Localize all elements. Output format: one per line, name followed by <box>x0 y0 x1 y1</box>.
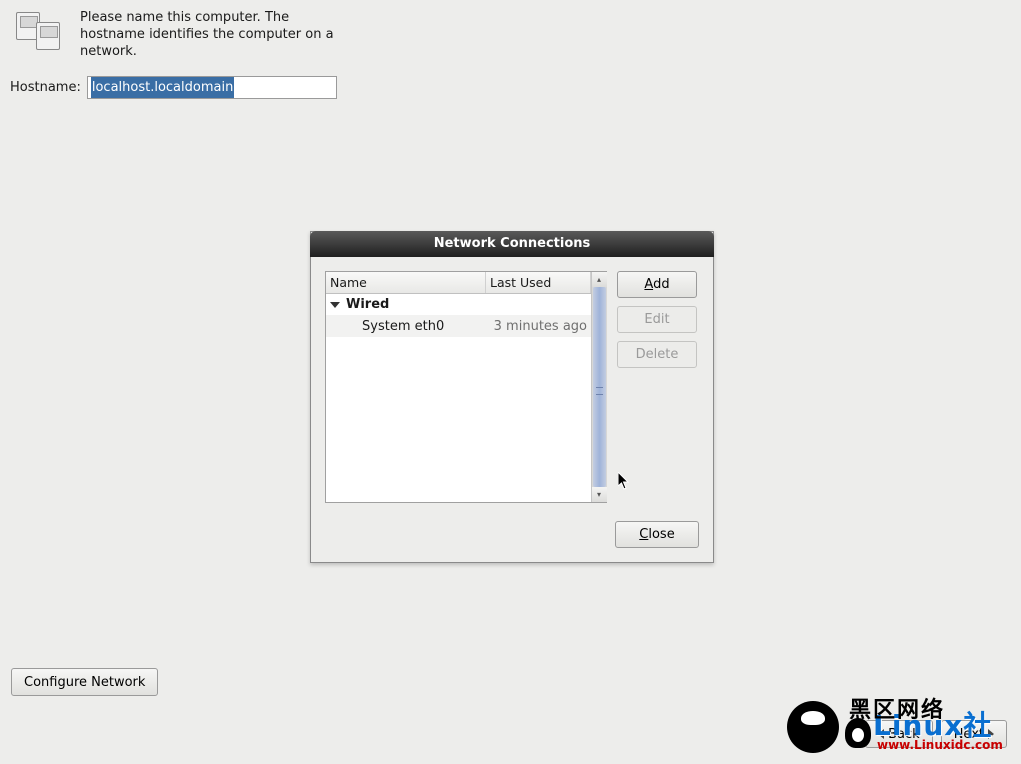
row-last-used: 3 minutes ago <box>486 319 591 334</box>
network-connections-dialog: Network Connections Name Last Used Wired… <box>310 231 714 563</box>
connection-row[interactable]: System eth0 3 minutes ago <box>326 315 591 337</box>
close-rest: lose <box>648 527 674 542</box>
scroll-track[interactable] <box>592 287 607 487</box>
instruction-text: Please name this computer. The hostname … <box>80 10 340 61</box>
hostname-value: localhost.localdomain <box>91 77 234 98</box>
next-button[interactable]: Next <box>941 720 1007 748</box>
delete-button: Delete <box>617 341 697 368</box>
add-rest: dd <box>653 277 670 292</box>
group-wired[interactable]: Wired <box>326 294 591 315</box>
scrollbar[interactable]: ▴ ▾ <box>591 272 606 502</box>
computer-pair-icon <box>16 10 64 54</box>
back-label: Back <box>888 727 920 742</box>
close-button[interactable]: Close <box>615 521 699 548</box>
row-name: System eth0 <box>326 319 486 334</box>
scroll-thumb[interactable] <box>593 287 606 487</box>
arrow-right-icon <box>988 729 994 739</box>
next-label: Next <box>954 727 984 742</box>
connections-list[interactable]: Name Last Used Wired System eth0 3 minut… <box>325 271 607 503</box>
column-last-used[interactable]: Last Used <box>486 272 591 293</box>
scroll-up-button[interactable]: ▴ <box>592 272 607 287</box>
back-button[interactable]: Back <box>865 720 933 748</box>
configure-network-button[interactable]: Configure Network <box>11 668 158 696</box>
edit-button: Edit <box>617 306 697 333</box>
dialog-title[interactable]: Network Connections <box>310 231 714 257</box>
scroll-down-button[interactable]: ▾ <box>592 487 607 502</box>
column-name[interactable]: Name <box>326 272 486 293</box>
hostname-label: Hostname: <box>10 80 81 95</box>
chevron-down-icon <box>330 302 340 308</box>
arrow-left-icon <box>878 729 884 739</box>
hostname-input[interactable]: localhost.localdomain <box>87 76 337 99</box>
penguin-circle-icon <box>787 701 839 753</box>
add-button[interactable]: Add <box>617 271 697 298</box>
group-label: Wired <box>346 297 389 312</box>
